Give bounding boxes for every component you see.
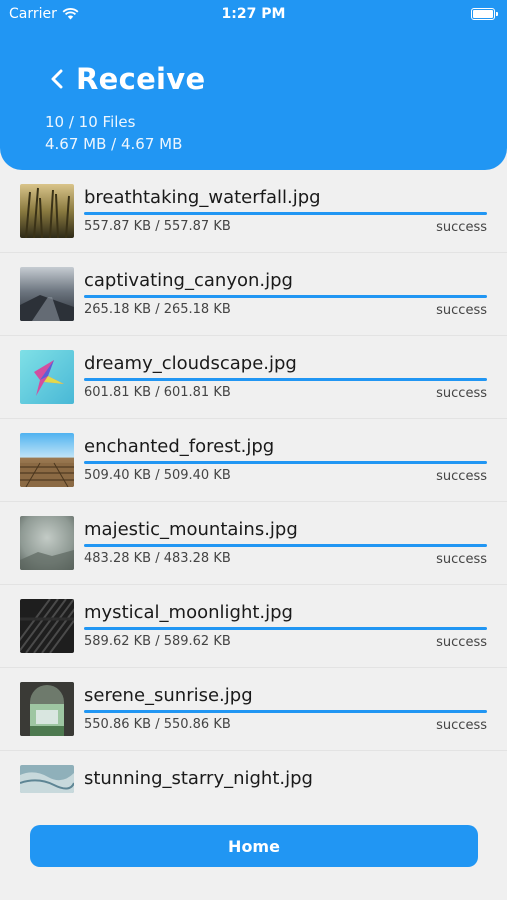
status-bar: Carrier 1:27 PM <box>0 0 507 30</box>
file-thumbnail <box>20 267 74 321</box>
progress-bar <box>84 295 487 298</box>
file-thumbnail <box>20 350 74 404</box>
progress-bar <box>84 710 487 713</box>
progress-bar <box>84 627 487 630</box>
list-item: serene_sunrise.jpg 550.86 KB / 550.86 KB… <box>0 668 507 751</box>
status-label: success <box>436 220 487 235</box>
file-size: 265.18 KB / 265.18 KB <box>84 302 231 317</box>
status-label: success <box>436 469 487 484</box>
clock: 1:27 PM <box>221 6 286 22</box>
file-size: 509.40 KB / 509.40 KB <box>84 468 231 483</box>
status-label: success <box>436 718 487 733</box>
file-thumbnail <box>20 433 74 487</box>
header: Carrier 1:27 PM Receive 10 / 10 Files 4.… <box>0 0 507 170</box>
progress-bar <box>84 212 487 215</box>
file-thumbnail <box>20 599 74 653</box>
file-name: stunning_starry_night.jpg <box>84 768 313 789</box>
status-label: success <box>436 386 487 401</box>
list-item: majestic_mountains.jpg 483.28 KB / 483.2… <box>0 502 507 585</box>
file-size: 601.81 KB / 601.81 KB <box>84 385 231 400</box>
file-size: 550.86 KB / 550.86 KB <box>84 717 231 732</box>
file-thumbnail <box>20 184 74 238</box>
progress-bar <box>84 378 487 381</box>
file-name: dreamy_cloudscape.jpg <box>84 353 297 374</box>
back-icon[interactable] <box>50 68 68 90</box>
file-size: 483.28 KB / 483.28 KB <box>84 551 231 566</box>
status-label: success <box>436 552 487 567</box>
list-item: mystical_moonlight.jpg 589.62 KB / 589.6… <box>0 585 507 668</box>
file-name: enchanted_forest.jpg <box>84 436 275 457</box>
list-item: captivating_canyon.jpg 265.18 KB / 265.1… <box>0 253 507 336</box>
list-item: enchanted_forest.jpg 509.40 KB / 509.40 … <box>0 419 507 502</box>
list-item: breathtaking_waterfall.jpg 557.87 KB / 5… <box>0 170 507 253</box>
file-name: breathtaking_waterfall.jpg <box>84 187 321 208</box>
file-list[interactable]: breathtaking_waterfall.jpg 557.87 KB / 5… <box>0 170 507 798</box>
file-name: captivating_canyon.jpg <box>84 270 293 291</box>
file-thumbnail <box>20 682 74 736</box>
status-label: success <box>436 303 487 318</box>
file-thumbnail <box>20 765 74 793</box>
file-name: majestic_mountains.jpg <box>84 519 298 540</box>
file-size: 589.62 KB / 589.62 KB <box>84 634 231 649</box>
status-label: success <box>436 635 487 650</box>
list-item: dreamy_cloudscape.jpg 601.81 KB / 601.81… <box>0 336 507 419</box>
progress-bar <box>84 461 487 464</box>
home-button[interactable]: Home <box>30 825 478 867</box>
file-name: serene_sunrise.jpg <box>84 685 253 706</box>
list-item: stunning_starry_night.jpg <box>0 751 507 798</box>
file-size: 557.87 KB / 557.87 KB <box>84 219 231 234</box>
battery-icon <box>471 8 498 20</box>
progress-bar <box>84 544 487 547</box>
file-thumbnail <box>20 516 74 570</box>
file-name: mystical_moonlight.jpg <box>84 602 293 623</box>
page-title: Receive <box>76 62 206 96</box>
files-summary: 10 / 10 Files <box>45 113 136 131</box>
size-summary: 4.67 MB / 4.67 MB <box>45 135 183 153</box>
